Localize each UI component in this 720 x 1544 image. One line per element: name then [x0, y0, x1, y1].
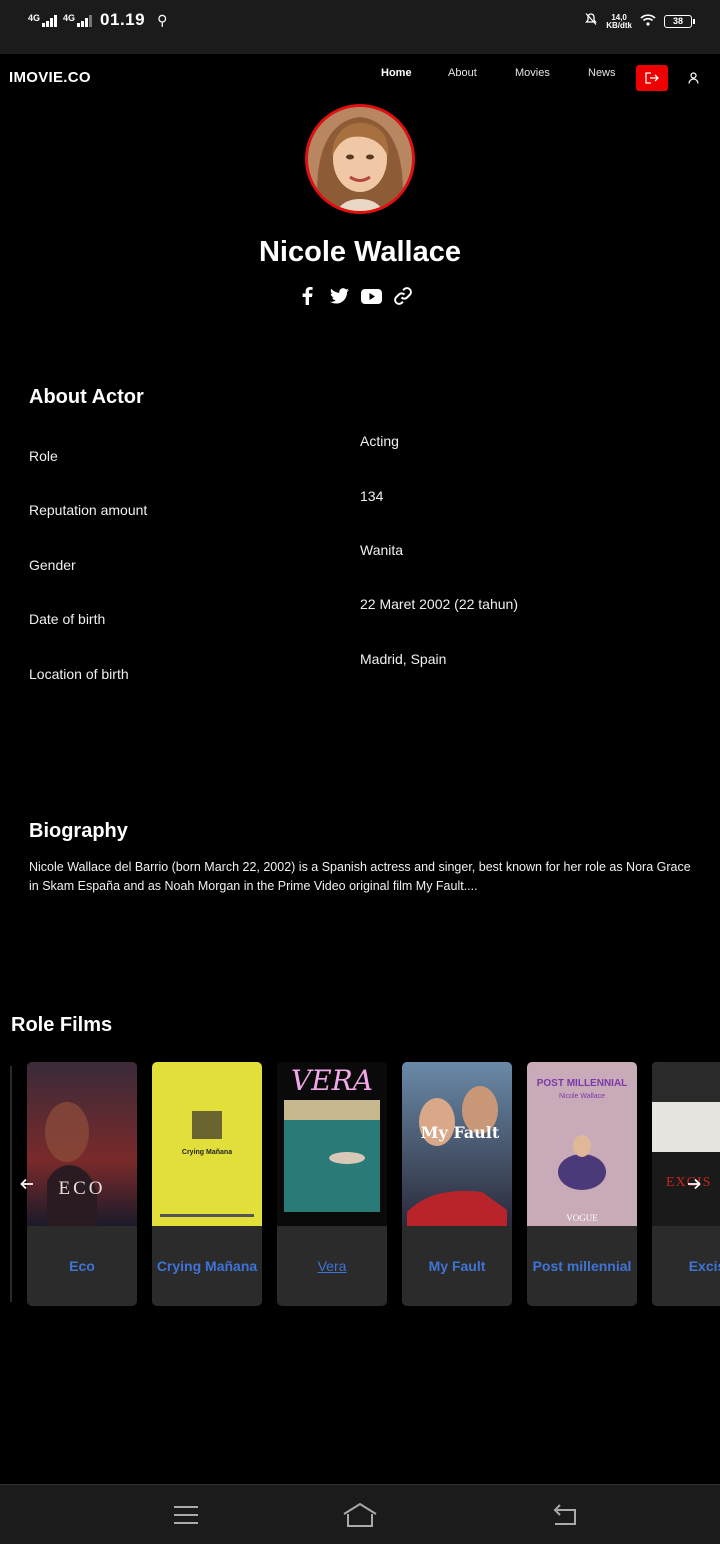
film-title[interactable]: Vera [277, 1226, 387, 1306]
film-poster: EXCIS [652, 1062, 720, 1226]
nav-link-about[interactable]: About [448, 67, 477, 79]
youtube-icon[interactable] [360, 285, 382, 307]
biography-title: Biography [29, 820, 128, 842]
twitter-icon[interactable] [328, 285, 350, 307]
about-label-birth-location: Location of birth [29, 666, 129, 682]
brand-logo[interactable]: IMOVIE.CO [9, 69, 91, 86]
about-label-reputation: Reputation amount [29, 502, 148, 518]
battery-icon: 38 [664, 15, 695, 28]
about-value-birth-date: 22 Maret 2002 (22 tahun) [360, 596, 518, 612]
wifi-icon [640, 13, 656, 31]
svg-text:Crying Mañana: Crying Mañana [182, 1149, 232, 1156]
about-label-birth-date: Date of birth [29, 611, 106, 627]
network-speed: 14,0 KB/dtk [606, 13, 632, 30]
film-title[interactable]: Excis [652, 1226, 720, 1306]
top-nav: IMOVIE.CO Home About Movies News [0, 54, 720, 102]
about-value-birth-location: Madrid, Spain [360, 651, 447, 667]
about-value-gender: Wanita [360, 542, 404, 558]
clock: 01.19 [100, 10, 146, 29]
film-card-crying-manana[interactable]: Crying Mañana Crying Mañana [152, 1062, 262, 1306]
signal-icon: 4G [28, 13, 58, 27]
carousel-next-button[interactable] [682, 1172, 706, 1196]
svg-text:POST MILLENNIAL: POST MILLENNIAL [537, 1078, 628, 1089]
about-value-role: Acting [360, 433, 399, 449]
status-bar: 4G 4G 01.19 ⚲ 14,0 KB/dtk 38 [0, 0, 720, 54]
role-films-title: Role Films [11, 1014, 113, 1036]
user-icon [687, 72, 699, 84]
logout-icon [645, 72, 659, 84]
film-poster: My Fault [402, 1062, 512, 1226]
link-icon[interactable] [392, 285, 414, 307]
status-bar-left: 4G 4G 01.19 ⚲ [28, 10, 167, 30]
film-card-my-fault[interactable]: My Fault My Fault [402, 1062, 512, 1306]
film-title[interactable]: Eco [27, 1226, 137, 1306]
film-title[interactable]: Post millennial [527, 1226, 637, 1306]
social-links [296, 285, 414, 307]
role-films-carousel: ECO Eco Crying Mañana Crying Mañana VERA… [0, 1062, 720, 1306]
svg-text:ECO: ECO [59, 1178, 106, 1199]
logout-button[interactable] [636, 65, 668, 91]
usb-icon: ⚲ [157, 11, 168, 28]
system-navigation-bar [0, 1484, 720, 1544]
about-value-reputation: 134 [360, 488, 384, 504]
film-poster: Crying Mañana [152, 1062, 262, 1226]
nav-link-news[interactable]: News [588, 67, 616, 79]
avatar-image [308, 107, 412, 211]
film-poster: VERA [277, 1062, 387, 1226]
film-card-post-millennial[interactable]: POST MILLENNIAL Nicole Wallace VOGUE Pos… [527, 1062, 637, 1306]
about-actor-title: About Actor [29, 386, 144, 408]
back-icon[interactable] [546, 1501, 582, 1529]
nav-link-movies[interactable]: Movies [515, 67, 550, 79]
svg-text:VOGUE: VOGUE [566, 1213, 598, 1223]
mute-icon [584, 12, 598, 31]
svg-text:My Fault: My Fault [421, 1123, 500, 1142]
film-title[interactable]: My Fault [402, 1226, 512, 1306]
biography-text: Nicole Wallace del Barrio (born March 22… [29, 860, 691, 893]
signal-icon: 4G [63, 13, 93, 27]
svg-text:VERA: VERA [291, 1064, 373, 1097]
about-label-gender: Gender [29, 557, 76, 573]
actor-name: Nicole Wallace [258, 236, 461, 268]
network-type: 4G [63, 13, 76, 23]
speed-unit: KB/dtk [606, 20, 632, 30]
menu-icon[interactable] [168, 1501, 204, 1529]
film-card-eco[interactable]: ECO Eco [27, 1062, 137, 1306]
nav-link-home[interactable]: Home [381, 67, 412, 79]
network-type: 4G [28, 13, 41, 23]
arrow-left-icon [20, 1178, 33, 1190]
facebook-icon[interactable] [296, 285, 318, 307]
home-icon[interactable] [342, 1501, 378, 1529]
film-card-vera[interactable]: VERA Vera [277, 1062, 387, 1306]
actor-avatar [305, 104, 415, 214]
svg-text:Nicole Wallace: Nicole Wallace [559, 1093, 605, 1100]
arrow-right-icon [688, 1178, 701, 1190]
about-label-role: Role [29, 448, 58, 464]
film-poster: POST MILLENNIAL Nicole Wallace VOGUE [527, 1062, 637, 1226]
status-bar-right: 14,0 KB/dtk 38 [584, 12, 695, 31]
film-poster: ECO [27, 1062, 137, 1226]
film-title[interactable]: Crying Mañana [152, 1226, 262, 1306]
user-button[interactable] [684, 69, 702, 87]
carousel-prev-button[interactable] [15, 1172, 39, 1196]
